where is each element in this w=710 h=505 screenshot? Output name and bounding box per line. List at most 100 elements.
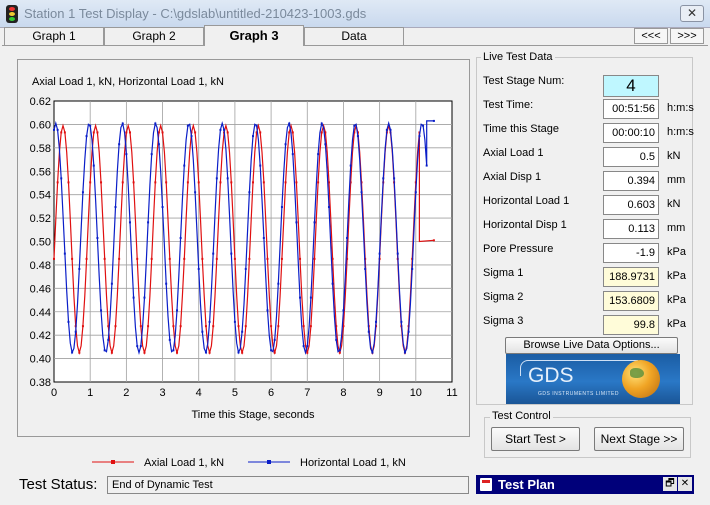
data-point xyxy=(100,309,103,312)
data-point xyxy=(110,351,113,354)
sigma-1-unit: kPa xyxy=(667,270,686,282)
data-point xyxy=(302,345,305,348)
tab-graph-2[interactable]: Graph 2 xyxy=(104,27,204,45)
test-time-unit: h:m:s xyxy=(667,102,694,114)
data-point xyxy=(89,181,92,184)
data-point xyxy=(291,153,294,156)
start-test-button[interactable]: Start Test > xyxy=(491,427,580,451)
data-point xyxy=(262,236,265,239)
data-point xyxy=(67,181,70,184)
data-point xyxy=(136,257,139,260)
y-tick-label: 0.60 xyxy=(30,119,51,131)
data-point xyxy=(53,128,55,131)
data-point xyxy=(204,351,207,354)
data-point xyxy=(266,257,269,260)
data-point xyxy=(403,351,406,354)
test-plan-icon xyxy=(480,478,492,491)
data-point xyxy=(244,325,247,328)
data-point xyxy=(194,131,197,134)
y-tick-label: 0.52 xyxy=(30,213,51,225)
data-point xyxy=(338,351,341,354)
data-point xyxy=(157,143,160,146)
axial-load-unit: kN xyxy=(667,150,681,162)
prev-tab-button[interactable]: <<< xyxy=(634,28,668,44)
data-point xyxy=(114,206,117,209)
sigma-2-label: Sigma 2 xyxy=(483,291,524,303)
y-tick-label: 0.38 xyxy=(30,377,51,389)
data-point xyxy=(139,325,142,328)
test-status-label: Test Status: xyxy=(19,476,98,493)
data-point xyxy=(277,325,280,328)
test-plan-close-button[interactable]: ✕ xyxy=(678,477,692,491)
data-point xyxy=(233,257,236,260)
x-tick-label: 8 xyxy=(340,387,346,399)
data-point xyxy=(74,330,77,333)
legend-horizontal-label: Horizontal Load 1, kN xyxy=(300,457,406,469)
data-point xyxy=(96,236,99,239)
data-point xyxy=(176,351,179,354)
data-point xyxy=(78,267,81,270)
data-point xyxy=(168,338,171,341)
data-point xyxy=(295,181,298,184)
pore-pressure-value: -1.9 xyxy=(603,243,659,263)
y-tick-label: 0.54 xyxy=(30,190,51,202)
data-point xyxy=(414,191,417,194)
data-point xyxy=(114,325,117,328)
next-stage-button[interactable]: Next Stage >> xyxy=(594,427,684,451)
data-point xyxy=(197,267,200,270)
globe-icon xyxy=(622,360,660,398)
data-point xyxy=(237,325,240,328)
data-point xyxy=(56,128,59,131)
data-point xyxy=(197,181,200,184)
horizontal-load-unit: kN xyxy=(667,198,681,210)
data-point xyxy=(280,206,283,209)
horizontal-disp-value: 0.113 xyxy=(603,219,659,239)
data-point xyxy=(212,325,215,328)
data-point xyxy=(121,181,124,184)
tab-data[interactable]: Data xyxy=(304,27,404,45)
data-point xyxy=(165,181,168,184)
data-point xyxy=(237,351,240,354)
data-point xyxy=(172,325,175,328)
data-point xyxy=(154,181,157,184)
data-point xyxy=(273,351,276,354)
close-window-button[interactable]: ✕ xyxy=(680,5,704,22)
data-point xyxy=(270,349,273,352)
time-stage-label: Time this Stage xyxy=(483,123,560,135)
x-tick-label: 7 xyxy=(304,387,310,399)
y-tick-label: 0.40 xyxy=(30,354,51,366)
axial-disp-label: Axial Disp 1 xyxy=(483,171,542,183)
y-tick-label: 0.42 xyxy=(30,330,51,342)
x-tick-label: 11 xyxy=(446,387,457,399)
x-tick-label: 1 xyxy=(87,387,93,399)
data-point xyxy=(284,143,287,146)
tab-graph-3[interactable]: Graph 3 xyxy=(204,25,304,46)
data-point xyxy=(60,177,63,180)
data-point xyxy=(349,164,352,167)
browse-live-data-button[interactable]: Browse Live Data Options... xyxy=(505,337,678,354)
sigma-3-value: 99.8 xyxy=(603,315,659,335)
test-plan-window[interactable]: Test Plan 🗗 ✕ xyxy=(476,475,694,494)
x-tick-label: 0 xyxy=(51,387,57,399)
data-point xyxy=(320,122,323,125)
data-point xyxy=(317,153,320,156)
data-point xyxy=(313,221,316,224)
restore-button[interactable]: 🗗 xyxy=(663,477,677,491)
title-bar: Station 1 Test Display - C:\gdslab\untit… xyxy=(0,0,710,28)
data-point xyxy=(327,206,330,209)
pore-pressure-unit: kPa xyxy=(667,246,686,258)
y-tick-label: 0.48 xyxy=(30,260,51,272)
horizontal-disp-label: Horizontal Disp 1 xyxy=(483,219,567,231)
data-point xyxy=(262,181,265,184)
data-point xyxy=(107,338,110,341)
data-point xyxy=(201,330,204,333)
data-point xyxy=(183,164,186,167)
data-point xyxy=(208,320,211,323)
tab-graph-1[interactable]: Graph 1 xyxy=(4,27,104,45)
data-point xyxy=(273,338,276,341)
data-point xyxy=(277,282,280,285)
horizontal-load-label: Horizontal Load 1 xyxy=(483,195,570,207)
data-point xyxy=(396,252,399,255)
next-tab-button[interactable]: >>> xyxy=(670,28,704,44)
x-tick-label: 6 xyxy=(268,387,274,399)
